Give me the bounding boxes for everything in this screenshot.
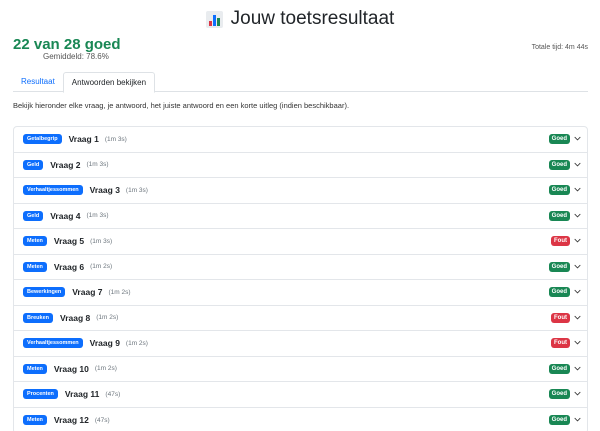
category-badge: Geld xyxy=(23,210,44,221)
chevron-down-icon[interactable] xyxy=(574,212,581,219)
category-badge: Verhaaltjessommen xyxy=(23,338,83,349)
total-time: Totale tijd: 4m 44s xyxy=(531,44,588,51)
chevron-down-icon[interactable] xyxy=(574,314,581,321)
chevron-down-icon[interactable] xyxy=(574,135,581,142)
chevron-down-icon[interactable] xyxy=(574,416,581,423)
question-row[interactable]: Meten Vraag 6 (1m 2s) Goed xyxy=(14,255,587,280)
question-label: Vraag 8 xyxy=(60,312,91,323)
question-label: Vraag 3 xyxy=(89,185,120,196)
chevron-down-icon[interactable] xyxy=(574,161,581,168)
tab-bar: Resultaat Antwoorden bekijken xyxy=(13,72,588,93)
bar-chart-icon xyxy=(205,10,223,28)
question-time: (1m 2s) xyxy=(94,365,117,373)
category-badge: Procenten xyxy=(23,389,58,400)
question-row[interactable]: Geld Vraag 4 (1m 3s) Goed xyxy=(14,204,587,229)
chevron-down-icon[interactable] xyxy=(574,365,581,372)
question-label: Vraag 7 xyxy=(72,287,103,298)
intro-text: Bekijk hieronder elke vraag, je antwoord… xyxy=(13,101,350,110)
question-row[interactable]: Verhaaltjessommen Vraag 3 (1m 3s) Goed xyxy=(14,178,587,204)
question-time: (1m 3s) xyxy=(125,186,148,194)
question-label: Vraag 10 xyxy=(53,363,89,374)
category-badge: Meten xyxy=(23,236,47,247)
category-badge: Verhaaltjessommen xyxy=(23,185,83,196)
question-time: (1m 2s) xyxy=(96,314,119,322)
result-badge: Goed xyxy=(548,363,570,374)
result-badge: Goed xyxy=(548,287,570,298)
question-time: (47s) xyxy=(94,416,110,424)
chevron-down-icon[interactable] xyxy=(574,288,581,295)
result-badge: Fout xyxy=(551,338,570,349)
tab-resultaat[interactable]: Resultaat xyxy=(13,72,63,92)
chevron-down-icon[interactable] xyxy=(574,339,581,346)
score-summary: 22 van 28 goed xyxy=(13,36,121,53)
category-badge: Bewerkingen xyxy=(23,287,66,298)
tab-antwoorden-bekijken[interactable]: Antwoorden bekijken xyxy=(62,72,156,93)
category-badge: Getalbegrip xyxy=(23,134,62,145)
question-row[interactable]: Meten Vraag 12 (47s) Goed xyxy=(14,408,587,431)
category-badge: Meten xyxy=(23,415,47,426)
category-badge: Meten xyxy=(23,261,47,272)
chevron-down-icon[interactable] xyxy=(574,390,581,397)
result-badge: Goed xyxy=(548,159,570,170)
question-time: (1m 2s) xyxy=(108,288,131,296)
question-row[interactable]: Breuken Vraag 8 (1m 2s) Fout xyxy=(14,306,587,331)
question-label: Vraag 12 xyxy=(53,415,89,426)
question-row[interactable]: Geld Vraag 2 (1m 3s) Goed xyxy=(14,153,587,178)
result-badge: Goed xyxy=(548,415,570,426)
result-badge: Goed xyxy=(548,185,570,196)
question-row[interactable]: Bewerkingen Vraag 7 (1m 2s) Goed xyxy=(14,280,587,306)
question-label: Vraag 11 xyxy=(64,389,100,400)
question-time: (1m 3s) xyxy=(86,161,109,169)
question-time: (1m 3s) xyxy=(90,237,113,245)
question-label: Vraag 9 xyxy=(89,338,120,349)
question-time: (47s) xyxy=(105,390,121,398)
category-badge: Breuken xyxy=(23,312,54,323)
result-badge: Goed xyxy=(548,210,570,221)
chevron-down-icon[interactable] xyxy=(574,263,581,270)
question-label: Vraag 4 xyxy=(50,210,81,221)
question-row[interactable]: Procenten Vraag 11 (47s) Goed xyxy=(14,382,587,408)
question-label: Vraag 6 xyxy=(53,261,85,272)
average-score: Gemiddeld: 78.6% xyxy=(43,52,109,61)
question-time: (1m 2s) xyxy=(90,263,113,271)
chevron-down-icon[interactable] xyxy=(574,186,581,193)
question-row[interactable]: Getalbegrip Vraag 1 (1m 3s) Goed xyxy=(14,127,587,153)
result-badge: Goed xyxy=(548,261,570,272)
question-row[interactable]: Meten Vraag 10 (1m 2s) Goed xyxy=(14,357,587,382)
questions-accordion: Getalbegrip Vraag 1 (1m 3s) Goed Geld Vraag 2… xyxy=(13,126,588,431)
question-row[interactable]: Meten Vraag 5 (1m 3s) Fout xyxy=(14,229,587,255)
question-label: Vraag 1 xyxy=(68,134,99,145)
category-badge: Geld xyxy=(23,159,44,170)
result-badge: Fout xyxy=(551,236,570,247)
question-time: (1m 3s) xyxy=(86,212,109,220)
question-label: Vraag 5 xyxy=(53,236,85,247)
page-title: Jouw toetsresultaat xyxy=(230,8,395,29)
question-time: (1m 3s) xyxy=(104,135,127,143)
title-row: Jouw toetsresultaat xyxy=(0,8,600,30)
question-row[interactable]: Verhaaltjessommen Vraag 9 (1m 2s) Fout xyxy=(14,331,587,357)
question-label: Vraag 2 xyxy=(50,159,81,170)
category-badge: Meten xyxy=(23,363,47,374)
chevron-down-icon[interactable] xyxy=(574,237,581,244)
result-badge: Goed xyxy=(548,389,570,400)
result-badge: Goed xyxy=(548,134,570,145)
result-badge: Fout xyxy=(551,312,570,323)
question-time: (1m 2s) xyxy=(125,339,148,347)
